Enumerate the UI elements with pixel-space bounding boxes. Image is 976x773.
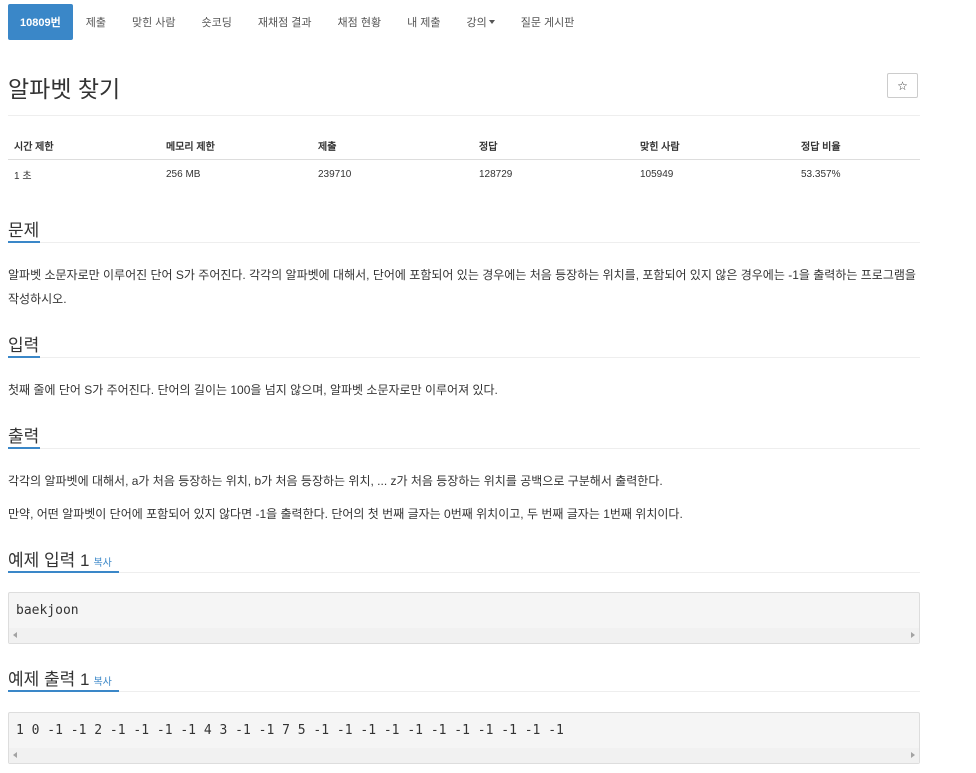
header-solvers: 맞힌 사람 — [634, 131, 795, 160]
section-input-underline — [8, 356, 40, 358]
value-memory-limit: 256 MB — [166, 169, 201, 180]
tab-shortcoding[interactable]: 숏코딩 — [189, 4, 245, 40]
scroll-right-icon[interactable] — [911, 752, 915, 758]
header-memory-limit: 메모리 제한 — [160, 131, 312, 160]
value-submissions: 239710 — [318, 169, 352, 180]
star-button[interactable]: ☆ — [887, 73, 918, 98]
section-sample-output-title: 예제 출력 1 복사 — [8, 665, 112, 690]
tab-lectures[interactable]: 강의 — [454, 4, 508, 40]
tab-lectures-label: 강의 — [466, 17, 487, 29]
header-submissions: 제출 — [312, 131, 473, 160]
section-output-title: 출력 — [8, 427, 40, 446]
page-title: 알파벳 찾기 — [8, 76, 121, 102]
copy-sample-input-button[interactable]: 복사 — [93, 558, 111, 569]
sample-output-text: 1 0 -1 -1 2 -1 -1 -1 -1 4 3 -1 -1 7 5 -1… — [16, 723, 564, 738]
section-sample-input-title: 예제 입력 1 복사 — [8, 546, 112, 571]
scroll-left-icon[interactable] — [13, 632, 17, 638]
section-input-title: 입력 — [8, 336, 40, 355]
sample-output-box[interactable]: 1 0 -1 -1 2 -1 -1 -1 -1 4 3 -1 -1 7 5 -1… — [8, 712, 920, 764]
section-output-underline — [8, 447, 40, 449]
section-sample-output-divider — [8, 691, 920, 692]
tab-my-submissions[interactable]: 내 제출 — [394, 4, 453, 40]
value-solvers: 105949 — [640, 169, 674, 180]
caret-down-icon — [488, 20, 495, 24]
scroll-right-icon[interactable] — [911, 632, 915, 638]
section-input-divider — [8, 357, 920, 358]
output-description-2: 만약, 어떤 알파벳이 단어에 포함되어 있지 않다면 -1을 출력한다. 단어… — [8, 507, 683, 521]
section-output-divider — [8, 448, 920, 449]
tab-rejudge-results[interactable]: 재채점 결과 — [245, 4, 325, 40]
value-time-limit: 1 초 — [14, 171, 32, 182]
header-accept-ratio: 정답 비율 — [795, 131, 920, 160]
input-description: 첫째 줄에 단어 S가 주어진다. 단어의 길이는 100을 넘지 않으며, 알… — [8, 383, 498, 397]
problem-nav-tabs: 10809번 제출 맞힌 사람 숏코딩 재채점 결과 채점 현황 내 제출 강의… — [8, 4, 587, 40]
header-time-limit: 시간 제한 — [8, 131, 160, 160]
tab-solvers[interactable]: 맞힌 사람 — [119, 4, 189, 40]
section-sample-input-underline — [8, 571, 119, 573]
title-divider — [8, 115, 920, 116]
tab-problem[interactable]: 10809번 — [8, 4, 73, 40]
section-problem-title: 문제 — [8, 221, 40, 240]
sample-input-box[interactable]: baekjoon — [8, 592, 920, 644]
info-header-row: 시간 제한 메모리 제한 제출 정답 맞힌 사람 정답 비율 — [8, 131, 920, 160]
section-sample-output-underline — [8, 690, 119, 692]
problem-description: 알파벳 소문자로만 이루어진 단어 S가 주어진다. 각각의 알파벳에 대해서,… — [8, 268, 916, 306]
section-problem-divider — [8, 242, 920, 243]
value-accept-ratio: 53.357% — [801, 169, 841, 180]
tab-status[interactable]: 채점 현황 — [325, 4, 395, 40]
sample-output-title-text: 예제 출력 1 — [8, 670, 90, 689]
header-accepted: 정답 — [473, 131, 634, 160]
scroll-left-icon[interactable] — [13, 752, 17, 758]
copy-sample-output-button[interactable]: 복사 — [93, 677, 111, 688]
problem-info-table: 시간 제한 메모리 제한 제출 정답 맞힌 사람 정답 비율 1 초 256 M… — [8, 131, 920, 189]
tab-qna-board[interactable]: 질문 게시판 — [508, 4, 588, 40]
value-accepted: 128729 — [479, 169, 513, 180]
output-description-1: 각각의 알파벳에 대해서, a가 처음 등장하는 위치, b가 처음 등장하는 … — [8, 474, 663, 488]
sample-input-text: baekjoon — [16, 603, 79, 618]
sample-input-scrollbar[interactable] — [9, 628, 919, 643]
sample-input-title-text: 예제 입력 1 — [8, 551, 90, 570]
section-sample-input-divider — [8, 572, 920, 573]
info-value-row: 1 초 256 MB 239710 128729 105949 53.357% — [8, 160, 920, 190]
problem-page: 10809번 제출 맞힌 사람 숏코딩 재채점 결과 채점 현황 내 제출 강의… — [0, 0, 976, 773]
sample-output-scrollbar[interactable] — [9, 748, 919, 763]
star-icon: ☆ — [897, 78, 908, 93]
tab-submit[interactable]: 제출 — [73, 4, 119, 40]
section-problem-underline — [8, 241, 40, 243]
